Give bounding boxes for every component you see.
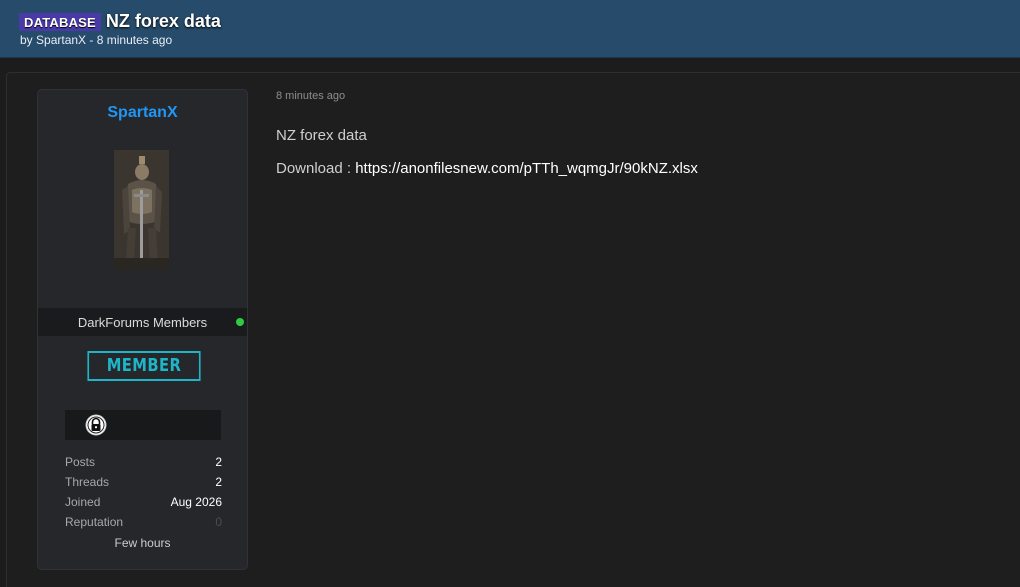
awards-bar <box>65 410 221 440</box>
download-line: Download : https://anonfilesnew.com/pTTh… <box>276 160 698 177</box>
meta-separator: - <box>86 33 97 47</box>
user-group-bar: DarkForums Members <box>38 308 247 336</box>
thread-author-link[interactable]: SpartanX <box>36 33 86 47</box>
reputation-value[interactable]: 0 <box>215 515 222 529</box>
download-link[interactable]: https://anonfilesnew.com/pTTh_wqmgJr/90k… <box>355 160 698 177</box>
avatar[interactable] <box>114 150 169 270</box>
by-label: by <box>20 33 37 47</box>
award-lock-icon[interactable] <box>85 414 107 436</box>
username-link[interactable]: SpartanX <box>38 104 247 122</box>
user-status-text: Few hours <box>114 536 171 550</box>
user-group-name: DarkForums Members <box>77 315 208 330</box>
thread-prefix-badge[interactable]: DATABASE <box>19 12 101 31</box>
stat-row-joined: Joined Aug 2026 <box>65 495 222 511</box>
post-text-line: NZ forex data <box>276 127 367 144</box>
user-card: SpartanX DarkForums Members MEMBER Posts… <box>37 89 248 570</box>
thread-title-row: DATABASE NZ forex data <box>19 11 221 32</box>
download-label: Download : <box>276 160 356 177</box>
stat-value: Aug 2026 <box>170 495 222 509</box>
post-timestamp[interactable]: 8 minutes ago <box>276 90 345 102</box>
stat-label: Reputation <box>65 515 124 529</box>
online-status-icon <box>236 318 244 326</box>
stat-row-threads: Threads 2 <box>65 475 222 491</box>
stat-value: 2 <box>215 475 222 489</box>
thread-age: 8 minutes ago <box>96 33 173 47</box>
thread-title: NZ forex data <box>105 11 221 31</box>
stat-label: Threads <box>65 475 110 489</box>
stat-value: 2 <box>215 455 222 469</box>
stat-label: Joined <box>65 495 101 509</box>
stat-row-posts: Posts 2 <box>65 455 222 471</box>
rank-badge: MEMBER <box>87 351 201 381</box>
thread-meta: by SpartanX - 8 minutes ago <box>20 33 172 47</box>
stat-row-reputation: Reputation 0 <box>65 515 222 531</box>
stat-label: Posts <box>65 455 96 469</box>
thread-header: DATABASE NZ forex data by SpartanX - 8 m… <box>0 0 1020 58</box>
post-body: NZ forex data Download : https://anonfil… <box>276 127 698 193</box>
